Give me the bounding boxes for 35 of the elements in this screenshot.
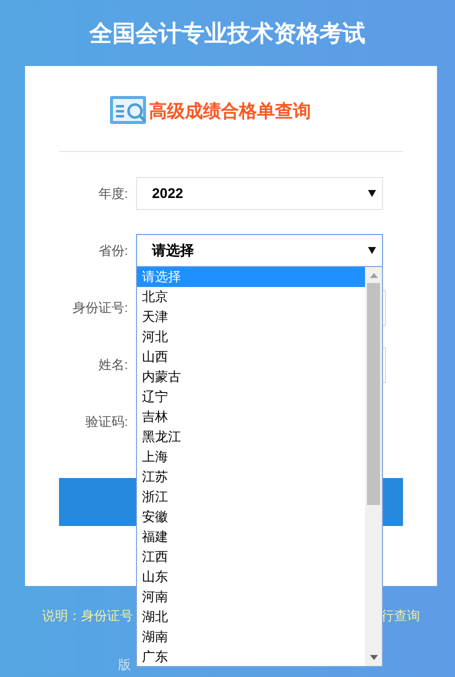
dropdown-option[interactable]: 山西 [137,347,365,367]
dropdown-option[interactable]: 北京 [137,287,365,307]
select-field[interactable]: 2022 [136,177,383,210]
dropdown-option[interactable]: 内蒙古 [137,367,365,387]
scroll-down-icon[interactable] [370,655,378,660]
dropdown-option[interactable]: 湖北 [137,607,365,627]
field-label: 省份: [97,242,129,260]
dropdown-option[interactable]: 浙江 [137,487,365,507]
dropdown-option[interactable]: 山东 [137,567,365,587]
dropdown-option[interactable]: 天津 [137,307,365,327]
dropdown-option[interactable]: 黑龙江 [137,427,365,447]
field-label: 身份证号: [71,298,129,317]
field-label: 验证码: [84,412,129,431]
dropdown-option[interactable]: 吉林 [137,407,365,427]
field-label: 年度: [97,184,129,203]
note-text: 说明：身份证号 [42,607,133,625]
scrollbar-thumb[interactable] [367,283,380,505]
dropdown-option[interactable]: 广东 [137,647,365,667]
dropdown-option[interactable]: 江西 [137,547,365,567]
page-title: 全国会计专业技术资格考试 [90,18,366,48]
footer-text: 版 [118,656,131,674]
dropdown-option[interactable]: 河北 [137,327,365,347]
field-label: 姓名: [97,356,129,374]
scrollbar[interactable] [365,267,382,666]
dropdown-option[interactable]: 湖南 [137,627,365,647]
dropdown-option[interactable]: 辽宁 [137,387,365,407]
dropdown-option[interactable]: 福建 [137,527,365,547]
dropdown-option[interactable]: 上海 [137,447,365,467]
dropdown-option[interactable]: 安徽 [137,507,365,527]
caret-icon [368,190,376,197]
page-subtitle: 高级成绩合格单查询 [149,100,311,122]
caret-icon [368,247,376,254]
dropdown-option[interactable]: 江苏 [137,467,365,487]
scroll-up-icon[interactable] [370,273,378,278]
dropdown-option[interactable]: 河南 [137,587,365,607]
